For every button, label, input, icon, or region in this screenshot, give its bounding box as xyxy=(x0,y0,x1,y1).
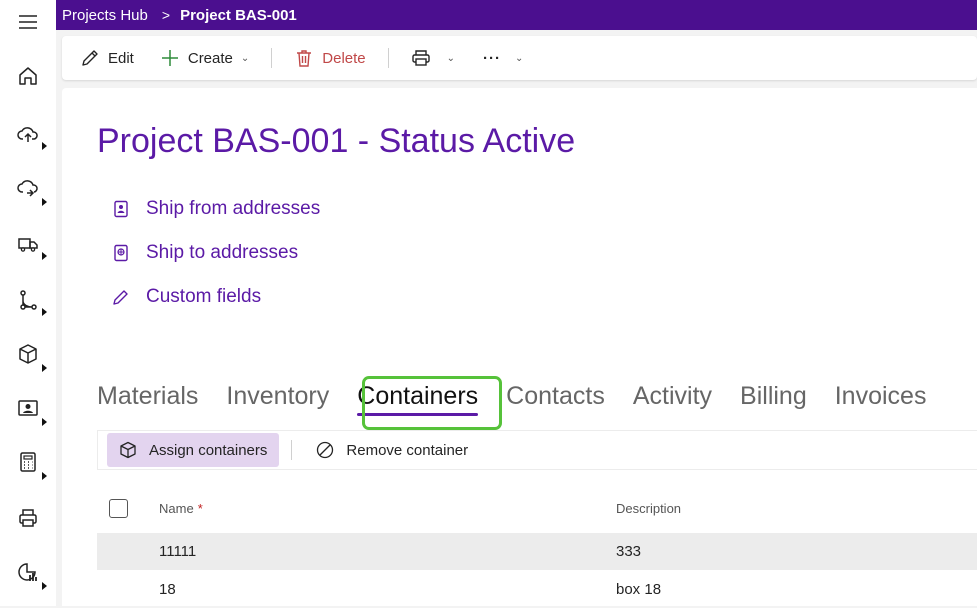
expand-caret-icon[interactable] xyxy=(42,252,47,260)
column-name-label: Name xyxy=(159,501,194,516)
pencil-icon xyxy=(112,288,130,306)
print-menu-button[interactable]: ⌄ xyxy=(411,42,455,74)
pencil-icon xyxy=(80,48,100,68)
cell-name: 11111 xyxy=(159,543,196,560)
tab-activity[interactable]: Activity xyxy=(633,378,712,419)
report-chart-icon[interactable] xyxy=(0,550,56,594)
chevron-down-icon: ⌄ xyxy=(241,53,249,64)
workflow-icon[interactable] xyxy=(0,278,56,322)
table-header: Name * Description xyxy=(97,488,977,528)
tab-containers[interactable]: Containers xyxy=(357,378,478,419)
more-icon: ··· xyxy=(483,50,501,67)
ship-from-addresses-link[interactable]: Ship from addresses xyxy=(112,198,320,220)
tab-bar: Materials Inventory Containers Contacts … xyxy=(97,378,954,419)
expand-caret-icon[interactable] xyxy=(42,142,47,150)
required-mark: * xyxy=(198,501,203,516)
divider xyxy=(291,440,292,460)
expand-caret-icon[interactable] xyxy=(42,418,47,426)
tab-materials[interactable]: Materials xyxy=(97,378,198,419)
calculator-icon[interactable] xyxy=(0,440,56,484)
main-card: Project BAS-001 - Status Active Ship fro… xyxy=(62,88,977,606)
divider xyxy=(271,48,272,68)
plus-icon xyxy=(160,48,180,68)
assign-label: Assign containers xyxy=(149,442,267,459)
command-bar: Edit Create ⌄ Delete ⌄ ··· ⌄ xyxy=(62,36,977,80)
create-label: Create xyxy=(188,50,233,67)
download-cloud-icon[interactable] xyxy=(0,166,56,210)
tab-invoices[interactable]: Invoices xyxy=(835,378,927,419)
select-all-checkbox[interactable] xyxy=(109,499,128,518)
address-book-icon xyxy=(112,200,130,218)
hamburger-menu-icon[interactable] xyxy=(0,0,56,44)
delete-label: Delete xyxy=(322,50,365,67)
home-icon[interactable] xyxy=(0,54,56,98)
expand-caret-icon[interactable] xyxy=(42,364,47,372)
tab-contacts[interactable]: Contacts xyxy=(506,378,605,419)
more-options-button[interactable]: ··· ⌄ xyxy=(483,42,523,74)
breadcrumb-separator: > xyxy=(162,7,170,23)
upload-cloud-icon[interactable] xyxy=(0,112,56,156)
grid-toolbar: Assign containers Remove container xyxy=(97,430,977,470)
remove-label: Remove container xyxy=(346,442,468,459)
expand-caret-icon[interactable] xyxy=(42,582,47,590)
globe-book-icon xyxy=(112,244,130,262)
breadcrumb-current: Project BAS-001 xyxy=(180,7,297,24)
link-label: Ship to addresses xyxy=(146,242,298,264)
breadcrumb-root[interactable]: Projects Hub xyxy=(62,7,148,24)
remove-container-button[interactable]: Remove container xyxy=(304,433,480,467)
expand-caret-icon[interactable] xyxy=(42,198,47,206)
printer-icon[interactable] xyxy=(0,496,56,540)
custom-fields-link[interactable]: Custom fields xyxy=(112,286,261,308)
tab-inventory[interactable]: Inventory xyxy=(226,378,329,419)
tab-billing[interactable]: Billing xyxy=(740,378,807,419)
top-bar: Projects Hub > Project BAS-001 xyxy=(56,0,977,30)
contact-card-icon[interactable] xyxy=(0,386,56,430)
page-title: Project BAS-001 - Status Active xyxy=(97,122,575,161)
cell-description: box 18 xyxy=(616,581,661,598)
left-nav-rail xyxy=(0,0,56,606)
create-button[interactable]: Create ⌄ xyxy=(160,42,249,74)
cell-description: 333 xyxy=(616,543,641,560)
expand-caret-icon[interactable] xyxy=(42,472,47,480)
divider xyxy=(388,48,389,68)
link-label: Ship from addresses xyxy=(146,198,320,220)
chevron-down-icon: ⌄ xyxy=(447,53,455,64)
edit-button[interactable]: Edit xyxy=(80,42,134,74)
assign-containers-button[interactable]: Assign containers xyxy=(107,433,279,467)
column-header-name[interactable]: Name * xyxy=(159,501,203,516)
table-row[interactable]: 11111 333 xyxy=(97,533,977,570)
delete-button[interactable]: Delete xyxy=(294,42,365,74)
prohibited-icon xyxy=(316,441,334,459)
expand-caret-icon[interactable] xyxy=(42,308,47,316)
table-row[interactable]: 18 box 18 xyxy=(97,571,977,608)
truck-icon[interactable] xyxy=(0,222,56,266)
cell-name: 18 xyxy=(159,581,176,598)
edit-label: Edit xyxy=(108,50,134,67)
trash-icon xyxy=(294,48,314,68)
column-header-description[interactable]: Description xyxy=(616,501,681,516)
printer-icon xyxy=(411,48,431,68)
box-icon[interactable] xyxy=(0,332,56,376)
chevron-down-icon: ⌄ xyxy=(515,53,523,64)
link-label: Custom fields xyxy=(146,286,261,308)
box-icon xyxy=(119,441,137,459)
ship-to-addresses-link[interactable]: Ship to addresses xyxy=(112,242,298,264)
